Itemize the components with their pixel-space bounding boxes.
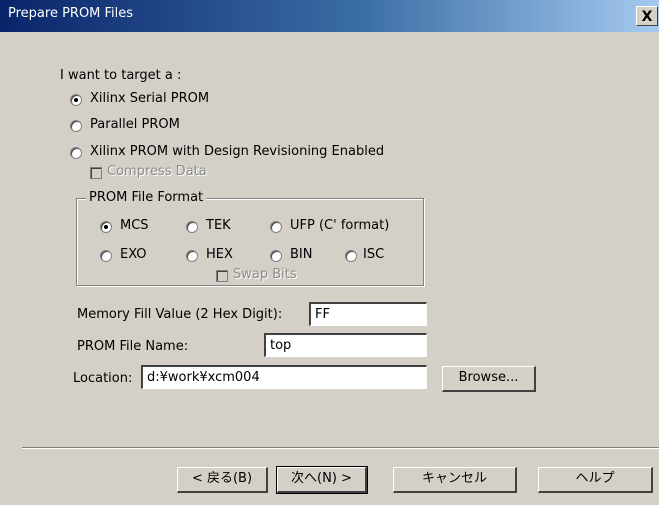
memory-fill-input[interactable] — [309, 302, 427, 326]
window-title: Prepare PROM Files — [8, 6, 134, 21]
radio-format-exo[interactable] — [100, 250, 112, 262]
title-bar: Prepare PROM Files X — [0, 0, 659, 32]
swap-bits-label: Swap Bits — [233, 267, 297, 282]
target-heading: I want to target a : — [60, 68, 182, 83]
location-label: Location: — [73, 371, 133, 386]
prom-file-name-input[interactable] — [264, 333, 427, 357]
radio-format-mcs[interactable] — [100, 221, 112, 233]
label-format-ufp: UFP (C' format) — [290, 218, 390, 233]
label-format-exo: EXO — [120, 247, 147, 262]
label-format-bin: BIN — [290, 247, 313, 262]
back-button[interactable]: < 戻る(B) — [177, 467, 268, 493]
close-button[interactable]: X — [636, 6, 658, 26]
radio-design-revisioning[interactable] — [70, 147, 82, 159]
radio-xilinx-serial-prom[interactable] — [70, 94, 82, 106]
swap-bits-checkbox[interactable] — [216, 270, 228, 282]
radio-format-bin[interactable] — [270, 250, 282, 262]
label-xilinx-serial-prom: Xilinx Serial PROM — [90, 91, 210, 106]
browse-button[interactable]: Browse... — [442, 366, 536, 392]
help-button[interactable]: ヘルプ — [538, 467, 653, 493]
prom-file-name-label: PROM File Name: — [77, 339, 189, 354]
cancel-button[interactable]: キャンセル — [393, 467, 517, 493]
label-format-tek: TEK — [206, 218, 231, 233]
label-format-mcs: MCS — [120, 218, 149, 233]
radio-parallel-prom[interactable] — [70, 120, 82, 132]
memory-fill-label: Memory Fill Value (2 Hex Digit): — [77, 307, 283, 322]
label-format-isc: ISC — [363, 247, 385, 262]
footer-separator — [22, 447, 659, 449]
radio-format-isc[interactable] — [345, 250, 357, 262]
label-format-hex: HEX — [206, 247, 233, 262]
radio-format-ufp[interactable] — [270, 221, 282, 233]
radio-format-hex[interactable] — [186, 250, 198, 262]
prom-file-format-legend: PROM File Format — [86, 190, 207, 205]
location-input[interactable] — [141, 365, 427, 389]
label-design-revisioning: Xilinx PROM with Design Revisioning Enab… — [90, 144, 385, 159]
next-button[interactable]: 次へ(N) > — [276, 466, 368, 494]
radio-format-tek[interactable] — [186, 221, 198, 233]
label-parallel-prom: Parallel PROM — [90, 117, 180, 132]
compress-data-label: Compress Data — [107, 164, 207, 179]
compress-data-checkbox[interactable] — [90, 167, 102, 179]
